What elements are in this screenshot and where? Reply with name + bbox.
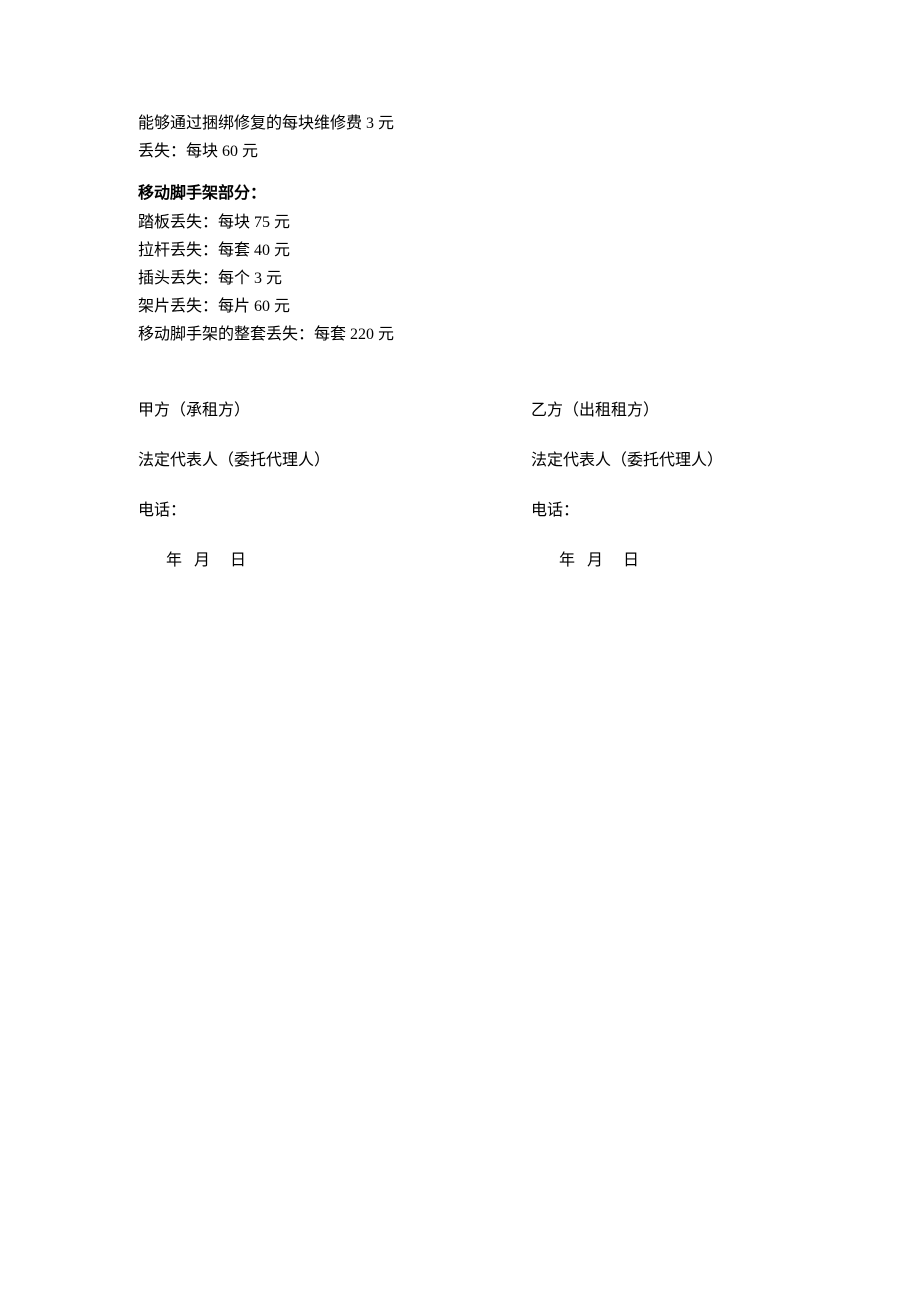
day-label: 日: [623, 552, 639, 569]
signature-area: 甲方（承租方） 法定代表人（委托代理人） 电话： 年月日 乙方（出租租方） 法定…: [138, 397, 782, 575]
top-content: 能够通过捆绑修复的每块维修费 3 元 丢失：每块 60 元: [138, 110, 782, 166]
party-a-column: 甲方（承租方） 法定代表人（委托代理人） 电话： 年月 日: [138, 397, 531, 575]
party-b-column: 乙方（出租租方） 法定代表人（委托代理人） 电话： 年月 日: [531, 397, 782, 575]
party-b-date: 年月 日: [531, 547, 782, 575]
scaffold-item: 插头丢失：每个 3 元: [138, 265, 782, 293]
party-a-date: 年月 日: [138, 547, 531, 575]
scaffold-item: 踏板丢失：每块 75 元: [138, 209, 782, 237]
party-b-phone: 电话：: [531, 497, 782, 525]
scaffold-section-heading: 移动脚手架部分：: [138, 180, 782, 208]
party-a-title: 甲方（承租方）: [138, 397, 531, 425]
repair-fee-line: 能够通过捆绑修复的每块维修费 3 元: [138, 110, 782, 138]
party-b-title: 乙方（出租租方）: [531, 397, 782, 425]
scaffold-items: 踏板丢失：每块 75 元 拉杆丢失：每套 40 元 插头丢失：每个 3 元 架片…: [138, 209, 782, 349]
month-label: 月: [194, 552, 210, 569]
month-label: 月: [587, 552, 603, 569]
scaffold-item: 拉杆丢失：每套 40 元: [138, 237, 782, 265]
party-a-rep: 法定代表人（委托代理人）: [138, 447, 531, 475]
scaffold-item: 移动脚手架的整套丢失：每套 220 元: [138, 321, 782, 349]
loss-fee-line: 丢失：每块 60 元: [138, 138, 782, 166]
party-a-phone: 电话：: [138, 497, 531, 525]
scaffold-item: 架片丢失：每片 60 元: [138, 293, 782, 321]
year-label: 年: [166, 552, 182, 569]
year-label: 年: [559, 552, 575, 569]
day-label: 日: [230, 552, 246, 569]
party-b-rep: 法定代表人（委托代理人）: [531, 447, 782, 475]
